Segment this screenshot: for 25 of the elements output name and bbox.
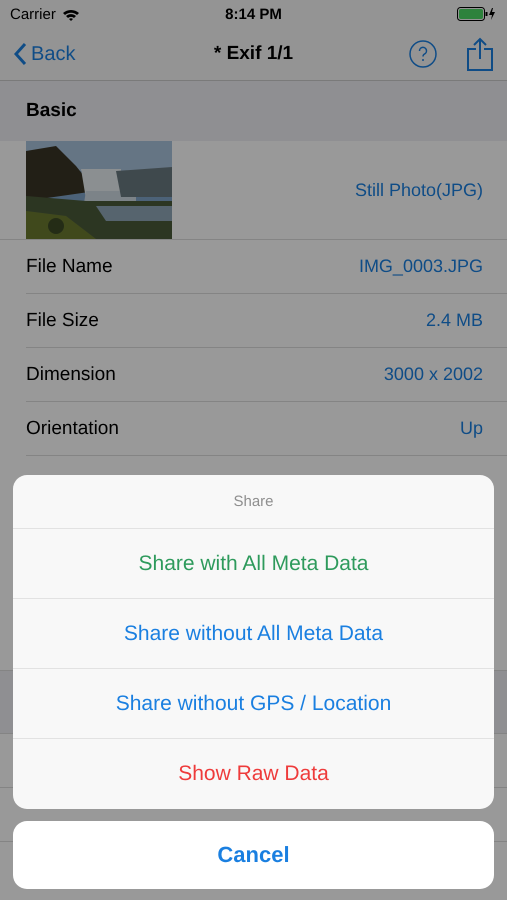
action-button[interactable]: Share without All Meta Data [13, 599, 494, 669]
action-button[interactable]: Share with All Meta Data [13, 529, 494, 599]
share-icon[interactable] [467, 37, 493, 71]
row-value: IMG_0003.JPG [358, 256, 483, 277]
battery-icon [456, 7, 497, 21]
row-label: Dimension [26, 364, 116, 386]
chevron-icon [14, 43, 27, 65]
action-button[interactable]: Show Raw Data [13, 739, 494, 809]
wifi-icon [62, 8, 80, 20]
row-value: Up [460, 418, 483, 439]
row-label: Orientation [26, 418, 119, 440]
row-label: File Size [26, 310, 99, 332]
row-value: 2.4 MB [426, 310, 483, 331]
photo-type: Still Photo(JPG) [354, 180, 483, 200]
action-button[interactable]: Share without GPS / Location [13, 669, 494, 739]
row-value: 3000 x 2002 [384, 364, 483, 385]
clock-time: 8:14 PM [225, 6, 282, 22]
row-label: File Name [26, 256, 113, 278]
screen-title: * Exif 1/1 [212, 43, 294, 65]
help-icon[interactable] [409, 40, 437, 68]
back-button[interactable]: Back [14, 42, 144, 66]
cancel-button[interactable]: Cancel [13, 821, 494, 889]
section-title: Basic [26, 100, 77, 122]
carrier-name: Carrier [10, 6, 56, 22]
sheet-title: Share [13, 475, 494, 529]
